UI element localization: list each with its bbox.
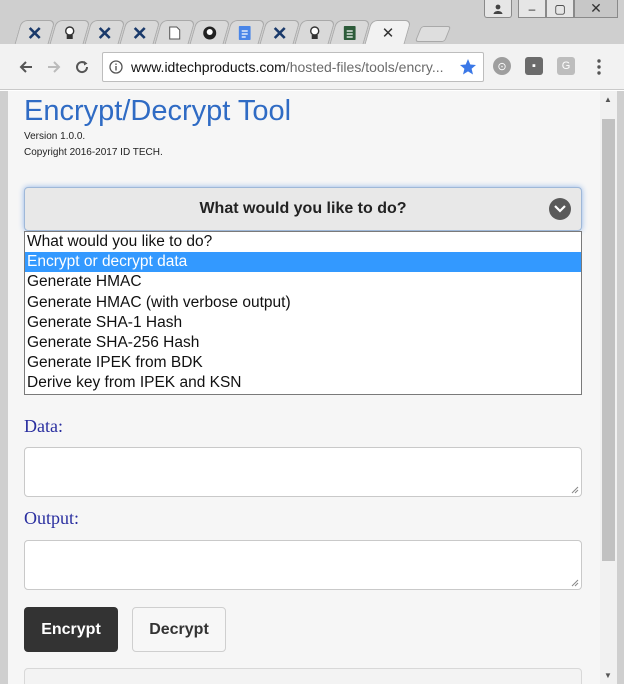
idtech-x-icon	[133, 26, 147, 40]
option-encrypt-decrypt[interactable]: Encrypt or decrypt data	[25, 252, 581, 273]
resize-grip-icon[interactable]	[571, 486, 579, 494]
encrypt-button[interactable]: Encrypt	[24, 607, 118, 652]
tab-7[interactable]	[259, 20, 301, 44]
jenkins-icon	[63, 25, 77, 40]
github-icon	[203, 26, 217, 40]
tab-5[interactable]	[189, 20, 231, 44]
site-info-icon[interactable]	[109, 60, 131, 74]
maximize-icon[interactable]: ▢	[546, 0, 574, 18]
forward-icon[interactable]	[42, 55, 66, 79]
window-close-icon[interactable]: ✕	[574, 0, 618, 18]
tab-0[interactable]	[14, 20, 56, 44]
tab-3[interactable]	[119, 20, 161, 44]
page-title: Encrypt/Decrypt Tool	[24, 95, 292, 127]
option-generate-sha256[interactable]: Generate SHA-256 Hash	[25, 333, 581, 353]
bookmark-star-icon[interactable]	[459, 58, 477, 79]
idtech-x-icon	[273, 26, 287, 40]
sheet-icon	[343, 25, 356, 40]
tab-strip: ✕	[14, 20, 538, 44]
copyright-text: Copyright 2016-2017 ID TECH.	[24, 147, 163, 158]
menu-dots-icon[interactable]	[587, 55, 611, 79]
tab-6[interactable]	[224, 20, 266, 44]
tab-8[interactable]	[294, 20, 336, 44]
vertical-scrollbar[interactable]: ▲ ▼	[600, 91, 617, 684]
decrypt-button[interactable]: Decrypt	[132, 607, 226, 652]
user-profile-icon[interactable]	[484, 0, 512, 18]
extension-note-icon[interactable]: ▪	[525, 57, 543, 75]
idtech-x-icon	[98, 26, 112, 40]
scroll-down-arrow-icon[interactable]: ▼	[604, 671, 612, 680]
bottom-panel	[24, 668, 582, 684]
data-textarea[interactable]	[24, 447, 582, 497]
jenkins-icon	[308, 25, 322, 40]
option-generate-sha1[interactable]: Generate SHA-1 Hash	[25, 313, 581, 333]
minimize-icon[interactable]: ‒	[518, 0, 546, 18]
option-generate-hmac-verbose[interactable]: Generate HMAC (with verbose output)	[25, 293, 581, 313]
option-placeholder[interactable]: What would you like to do?	[25, 232, 581, 252]
scroll-thumb[interactable]	[602, 119, 615, 561]
chevron-down-icon	[549, 198, 571, 220]
output-label: Output:	[24, 508, 80, 528]
url-path: /hosted-files/tools/encry...	[285, 59, 444, 75]
version-text: Version 1.0.0.	[24, 131, 86, 142]
resize-grip-icon[interactable]	[571, 579, 579, 587]
operation-select-value: What would you like to do?	[199, 200, 407, 217]
window-right-border	[617, 91, 624, 684]
window-left-border	[0, 91, 8, 684]
google-docs-icon	[238, 25, 251, 40]
tab-4[interactable]	[154, 20, 196, 44]
option-derive-key[interactable]: Derive key from IPEK and KSN	[25, 373, 581, 393]
output-textarea[interactable]	[24, 540, 582, 590]
option-generate-ipek[interactable]: Generate IPEK from BDK	[25, 353, 581, 373]
data-label: Data:	[24, 416, 63, 436]
idtech-x-icon	[28, 26, 42, 40]
browser-toolbar: www.idtechproducts.com/hosted-files/tool…	[0, 44, 624, 90]
document-icon	[169, 26, 181, 40]
operation-dropdown-list: What would you like to do? Encrypt or de…	[24, 231, 582, 395]
new-tab-button[interactable]	[414, 26, 452, 42]
address-bar[interactable]: www.idtechproducts.com/hosted-files/tool…	[102, 52, 484, 82]
tab-10-active[interactable]: ✕	[364, 20, 412, 44]
back-icon[interactable]	[14, 55, 38, 79]
operation-select[interactable]: What would you like to do?	[24, 187, 582, 231]
tab-2[interactable]	[84, 20, 126, 44]
page-viewport: Encrypt/Decrypt Tool Version 1.0.0. Copy…	[8, 91, 600, 684]
window-titlebar: ✕ ‒ ▢ ✕	[0, 0, 624, 44]
extension-g-icon[interactable]: G	[557, 57, 575, 75]
option-generate-hmac[interactable]: Generate HMAC	[25, 272, 581, 292]
scroll-up-arrow-icon[interactable]: ▲	[604, 95, 612, 104]
window-controls: ‒ ▢ ✕	[484, 0, 618, 20]
url-host: www.idtechproducts.com	[131, 59, 286, 75]
tab-1[interactable]	[49, 20, 91, 44]
tab-close-icon[interactable]: ✕	[382, 24, 395, 42]
reload-icon[interactable]	[70, 55, 94, 79]
extension-circle-icon[interactable]: ⊙	[493, 57, 511, 75]
tab-9[interactable]	[329, 20, 371, 44]
